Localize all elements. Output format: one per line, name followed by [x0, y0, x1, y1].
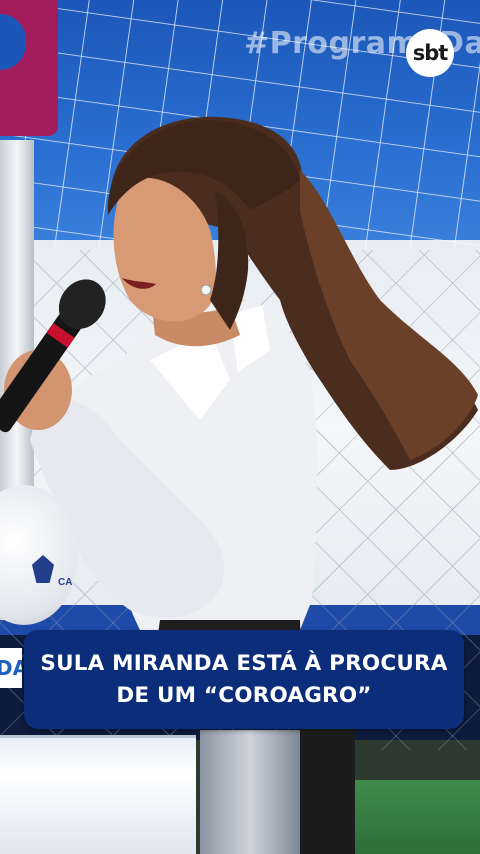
video-frame: #ProgramaDa sbt CA DA SULA MIRANDA ESTÁ … — [0, 0, 480, 854]
podium — [0, 735, 196, 854]
side-tag: DA — [0, 648, 22, 688]
ball-logo-patch — [32, 555, 54, 583]
side-tag-text: DA — [0, 656, 22, 680]
caption-line-1: SULA MIRANDA ESTÁ À PROCURA — [40, 650, 448, 676]
caption-box: SULA MIRANDA ESTÁ À PROCURA DE UM “COROA… — [24, 630, 464, 729]
caption-line-2: DE UM “COROAGRO” — [116, 682, 372, 708]
ball-text: CA — [58, 577, 73, 588]
podium-stand — [200, 730, 300, 854]
